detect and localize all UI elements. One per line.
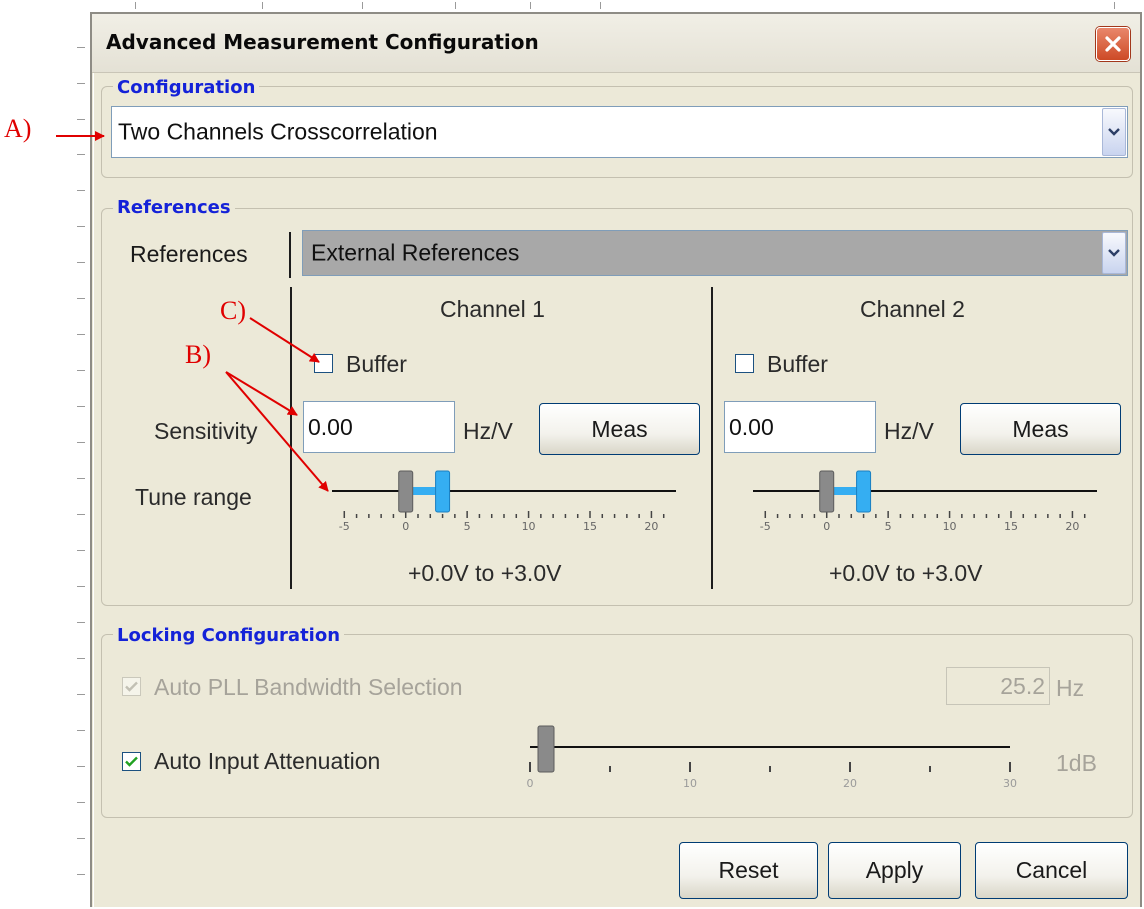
scale-label: 10: [683, 777, 697, 790]
scale-label: 20: [1065, 520, 1079, 533]
annotation-a-label: A): [4, 114, 32, 143]
tune-range-label: Tune range: [135, 484, 252, 510]
attenuation-handle: [537, 725, 555, 773]
configuration-select[interactable]: Two Channels Crosscorrelation: [111, 106, 1128, 158]
scale-label: 15: [1004, 520, 1018, 533]
low-handle: [819, 470, 835, 513]
chevron-down-icon: [1108, 249, 1120, 257]
scale-label: 30: [1003, 777, 1017, 790]
references-select-value: External References: [311, 239, 520, 266]
scale-label: 5: [885, 520, 892, 533]
channel-2-tune-range-text: +0.0V to +3.0V: [829, 560, 983, 586]
channel-2-title: Channel 2: [860, 296, 965, 322]
channel-2-sensitivity-input[interactable]: 0.00: [724, 401, 876, 453]
channel-2-divider: [711, 287, 713, 589]
scale-label: -5: [760, 520, 771, 533]
channel-1-unit: Hz/V: [463, 418, 513, 444]
scale-label: 10: [522, 520, 536, 533]
references-legend: References: [113, 198, 235, 218]
references-label: References: [130, 241, 248, 267]
auto-attenuation-checkbox[interactable]: [122, 752, 141, 771]
cancel-button[interactable]: Cancel: [975, 842, 1128, 899]
close-icon: [1105, 36, 1121, 52]
configuration-legend: Configuration: [113, 78, 260, 98]
scale-label: 5: [464, 520, 471, 533]
attenuation-value: 1dB: [1056, 750, 1097, 776]
channel-2-buffer-checkbox[interactable]: [735, 354, 754, 373]
channel-1-tune-range-text: +0.0V to +3.0V: [408, 560, 562, 586]
scale-label: -5: [339, 520, 350, 533]
channel-1-buffer-label: Buffer: [346, 351, 407, 377]
window-title: Advanced Measurement Configuration: [106, 30, 539, 54]
scale-label: 0: [402, 520, 409, 533]
channel-1-sensitivity-input[interactable]: 0.00: [303, 401, 455, 453]
channel-1-divider: [290, 287, 292, 589]
locking-legend: Locking Configuration: [113, 626, 345, 646]
channel-2-buffer-label: Buffer: [767, 351, 828, 377]
configuration-select-value: Two Channels Crosscorrelation: [118, 118, 438, 145]
close-button[interactable]: [1096, 27, 1130, 61]
high-handle: [435, 470, 451, 513]
sensitivity-label: Sensitivity: [154, 418, 258, 444]
checkmark-icon: [125, 681, 138, 692]
scale-label: 20: [843, 777, 857, 790]
title-bar: Advanced Measurement Configuration: [92, 14, 1140, 73]
auto-pll-checkbox[interactable]: [122, 677, 141, 696]
scale-label: 0: [527, 777, 534, 790]
attenuation-slider[interactable]: 0 10 20 30: [520, 718, 1020, 798]
scale-label: 10: [943, 520, 957, 533]
low-handle: [398, 470, 414, 513]
bandwidth-input[interactable]: 25.2: [946, 667, 1050, 705]
references-dropdown-button[interactable]: [1102, 232, 1126, 274]
channel-1-tune-slider[interactable]: -5 0 5 10 15 20: [328, 466, 680, 536]
references-separator: [289, 232, 291, 278]
channel-2-tune-slider[interactable]: -5 0 5 10 15 20: [749, 466, 1101, 536]
channel-2-unit: Hz/V: [884, 418, 934, 444]
bandwidth-unit: Hz: [1056, 675, 1085, 701]
configuration-dropdown-button[interactable]: [1102, 108, 1126, 156]
checkmark-icon: [125, 756, 138, 767]
annotation-c-label: C): [220, 296, 246, 325]
dialog-edge: [93, 14, 94, 907]
scale-label: 0: [823, 520, 830, 533]
auto-attenuation-label: Auto Input Attenuation: [154, 748, 381, 774]
annotation-b-label: B): [185, 340, 211, 369]
reset-button[interactable]: Reset: [679, 842, 818, 899]
channel-1-meas-button[interactable]: Meas: [539, 403, 700, 455]
channel-1-title: Channel 1: [440, 296, 545, 322]
scale-label: 15: [583, 520, 597, 533]
channel-2-meas-button[interactable]: Meas: [960, 403, 1121, 455]
references-select[interactable]: External References: [302, 230, 1128, 276]
channel-1-buffer-checkbox[interactable]: [314, 354, 333, 373]
chevron-down-icon: [1108, 128, 1120, 136]
scale-label: 20: [644, 520, 658, 533]
apply-button[interactable]: Apply: [828, 842, 961, 899]
high-handle: [856, 470, 872, 513]
auto-pll-label: Auto PLL Bandwidth Selection: [154, 674, 463, 700]
